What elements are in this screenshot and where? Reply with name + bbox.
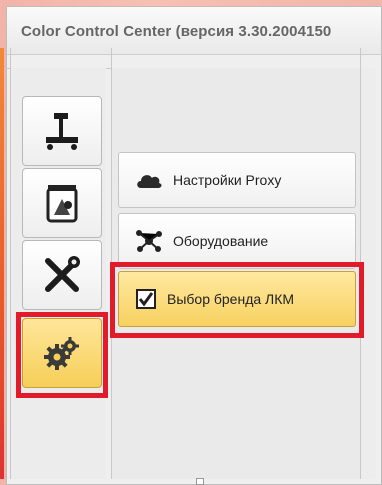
sidebar-item-tools[interactable] — [22, 240, 102, 310]
window-title: Color Control Center (версия 3.30.200415… — [21, 23, 332, 40]
sidebar-item-paint[interactable] — [22, 168, 102, 238]
right-panel — [361, 68, 376, 479]
menu-item-hardware[interactable]: Оборудование — [118, 213, 356, 269]
tools-icon — [40, 253, 84, 297]
sidebar-item-equipment[interactable] — [22, 96, 102, 166]
column-divider — [360, 48, 361, 479]
header-row — [4, 48, 376, 69]
menu-item-brand-select[interactable]: Выбор бренда ЛКМ — [118, 271, 356, 327]
menu-item-proxy-settings[interactable]: Настройки Proxy — [118, 152, 356, 208]
hardware-network-icon — [135, 229, 163, 253]
accent-edge — [0, 48, 4, 479]
menu-item-label: Настройки Proxy — [173, 172, 282, 188]
menu-item-label: Выбор бренда ЛКМ — [167, 291, 295, 307]
gears-icon — [40, 331, 84, 375]
column-divider — [10, 48, 11, 479]
paint-can-icon — [42, 181, 82, 225]
checkbox-icon — [135, 288, 157, 310]
column-divider — [111, 48, 112, 479]
sidebar-item-settings[interactable] — [22, 318, 102, 388]
resize-handle[interactable] — [196, 478, 204, 485]
printer-station-icon — [40, 109, 84, 153]
menu-item-label: Оборудование — [173, 233, 269, 249]
cloud-icon — [135, 170, 163, 190]
